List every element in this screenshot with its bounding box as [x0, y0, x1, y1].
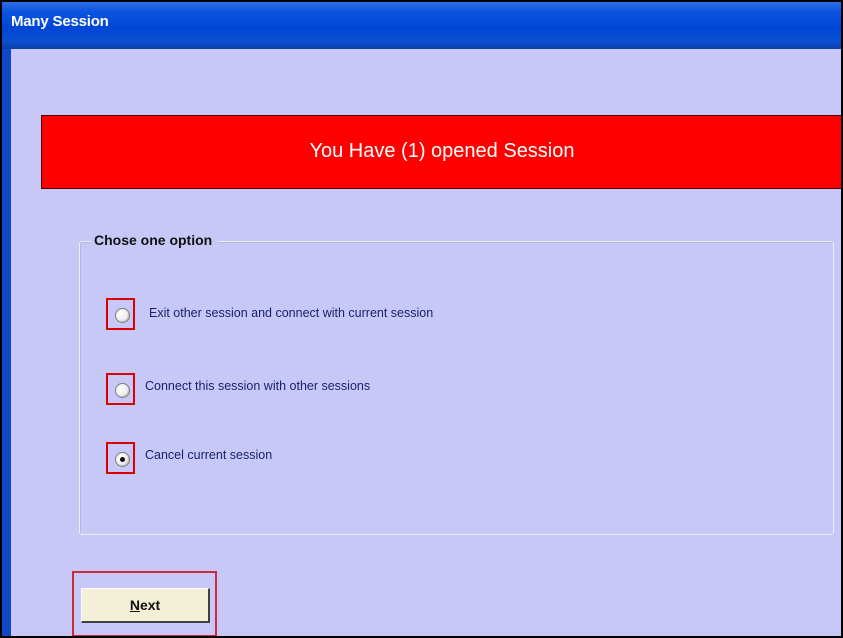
option-cancel-highlight-box: [106, 442, 135, 474]
title-bar[interactable]: Many Session: [2, 2, 841, 49]
next-button[interactable]: Next: [81, 588, 210, 623]
option-exit-highlight-box: [106, 298, 135, 330]
option-connect-highlight-box: [106, 373, 135, 405]
window-title: Many Session: [11, 13, 109, 30]
next-button-label-rest: ext: [139, 597, 161, 613]
options-group-legend: Chose one option: [91, 232, 219, 248]
option-cancel-radio[interactable]: [115, 452, 130, 467]
many-session-dialog: Many Session You Have (1) opened Session…: [0, 0, 843, 638]
option-connect-radio[interactable]: [115, 383, 130, 398]
warning-banner: You Have (1) opened Session: [41, 115, 841, 189]
option-exit-label[interactable]: Exit other session and connect with curr…: [149, 306, 433, 320]
banner-message: You Have (1) opened Session: [309, 140, 575, 162]
next-button-mnemonic: N: [129, 597, 140, 613]
option-cancel-label[interactable]: Cancel current session: [145, 448, 272, 462]
left-border-strip: [2, 49, 11, 636]
option-exit-radio[interactable]: [115, 308, 130, 323]
selected-radio-dot: [120, 457, 125, 462]
option-connect-label[interactable]: Connect this session with other sessions: [145, 379, 370, 393]
next-button-label: Next: [130, 598, 160, 612]
